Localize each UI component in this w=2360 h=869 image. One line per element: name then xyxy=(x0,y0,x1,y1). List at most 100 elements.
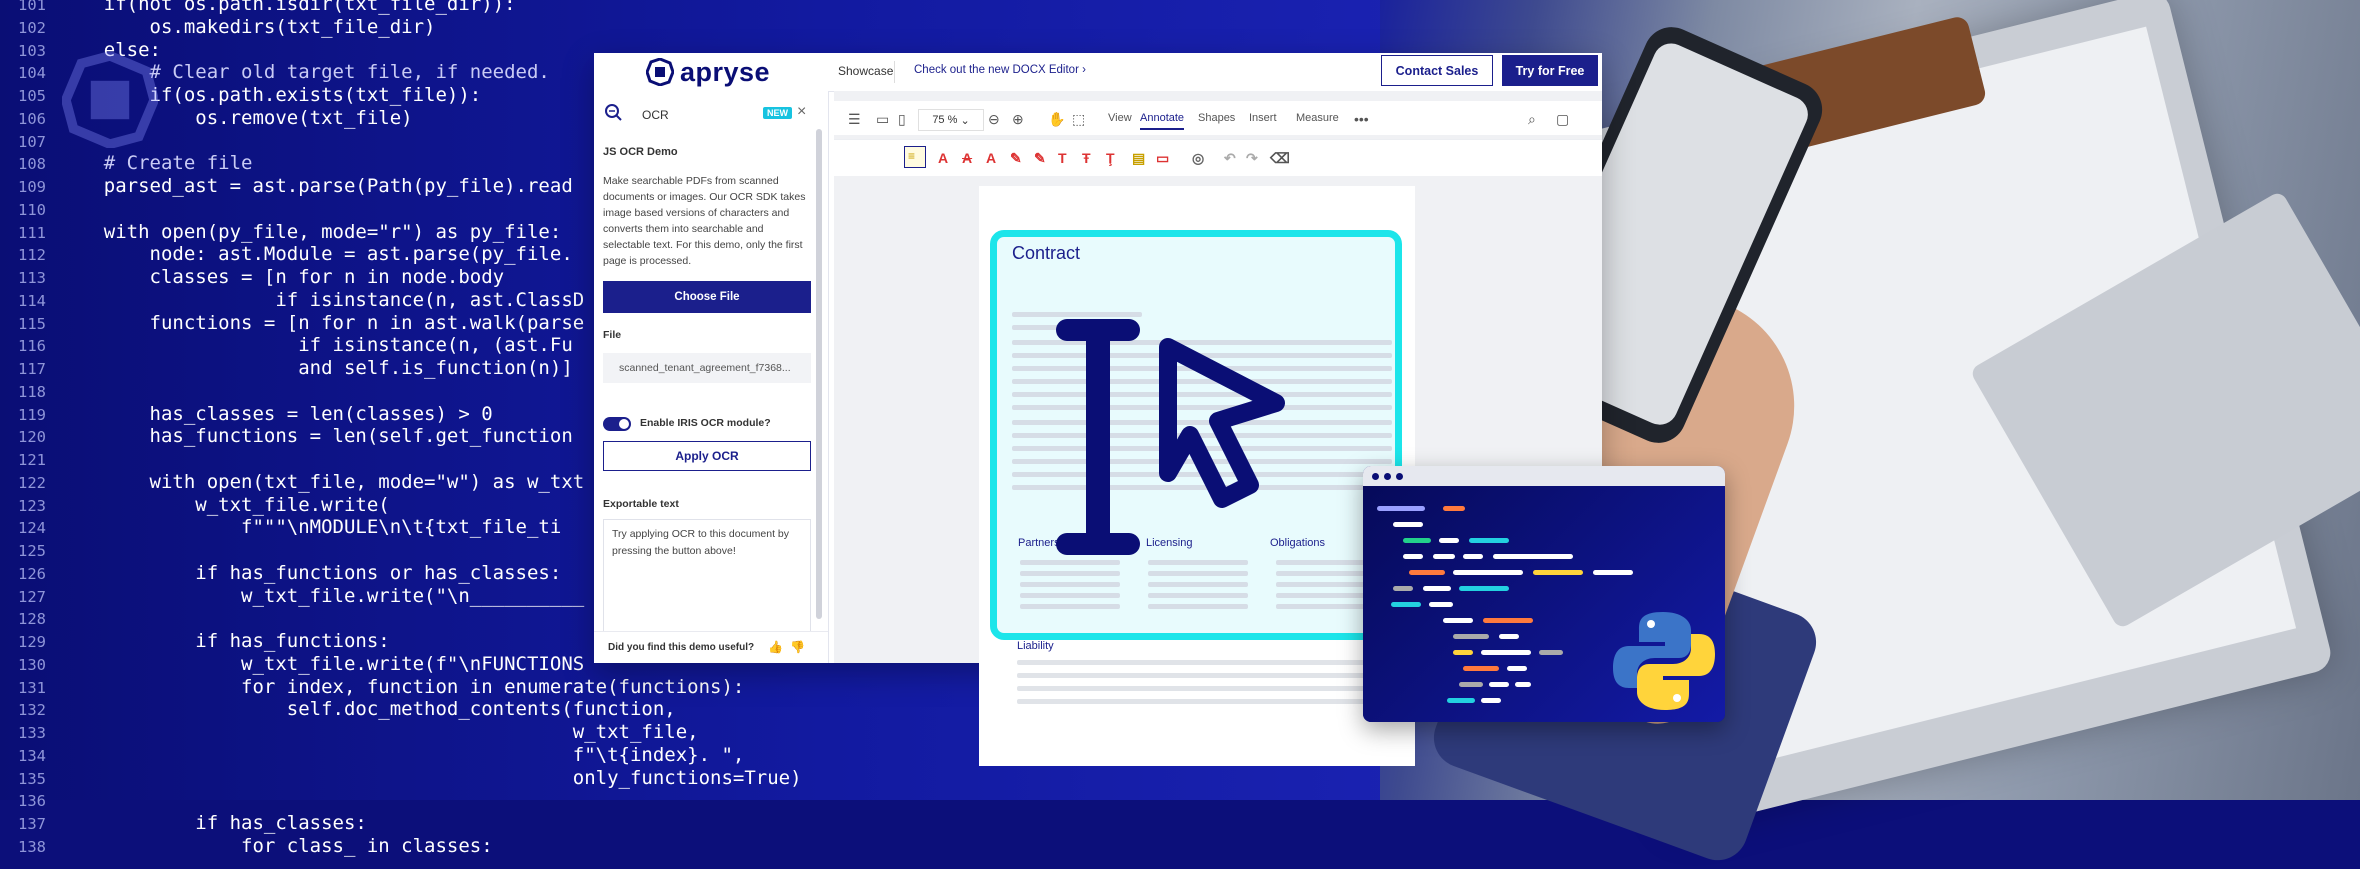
code-token xyxy=(1403,554,1423,559)
code-text: if(not os.path.isdir(txt_file_dir)): xyxy=(58,0,516,15)
line-number: 117 xyxy=(18,360,46,378)
code-line: 138 for class_ in classes: xyxy=(18,835,802,859)
text-line xyxy=(1148,593,1248,598)
comments-icon[interactable]: ▢ xyxy=(1556,111,1569,128)
text-line xyxy=(1276,604,1376,609)
panel-scrollbar[interactable] xyxy=(816,129,822,619)
code-text: self.doc_method_contents(function, xyxy=(58,698,676,721)
callout-icon[interactable]: ▭ xyxy=(1156,150,1169,167)
code-line: 136 xyxy=(18,790,802,813)
code-line: 101 if(not os.path.isdir(txt_file_dir)): xyxy=(18,0,802,17)
line-number: 103 xyxy=(18,41,46,60)
try-for-free-button[interactable]: Try for Free xyxy=(1502,55,1598,86)
file-name-field[interactable]: scanned_tenant_agreement_f7368... xyxy=(603,353,811,383)
text-line xyxy=(1020,571,1120,576)
style-palette-icon[interactable]: ◎ xyxy=(1192,150,1204,167)
line-number: 137 xyxy=(18,815,46,833)
viewer-toolbar: ☰ ▭ ▯ 75 % ⌄ ⊖ ⊕ ✋ ⬚ View Annotate Shape… xyxy=(834,101,1602,135)
code-token xyxy=(1507,666,1527,671)
top-navigation: apryse Showcase Check out the new DOCX E… xyxy=(594,53,1602,92)
line-number: 114 xyxy=(18,291,46,310)
line-number: 138 xyxy=(18,837,46,856)
nav-docx-link[interactable]: Check out the new DOCX Editor › xyxy=(914,64,1086,76)
code-line: 137 if has_classes: xyxy=(18,812,802,836)
python-code-window xyxy=(1363,466,1725,722)
code-token xyxy=(1443,618,1473,623)
code-text: w_txt_file, xyxy=(58,721,699,743)
line-number: 112 xyxy=(18,246,46,265)
code-token xyxy=(1377,506,1425,511)
page-icon[interactable]: ▯ xyxy=(898,111,906,128)
code-text: functions = [n for n in ast.walk(parse xyxy=(58,311,585,334)
line-number: 134 xyxy=(18,746,46,765)
nav-showcase[interactable]: Showcase xyxy=(838,64,893,78)
more-options-icon[interactable]: ••• xyxy=(1354,111,1369,127)
zoom-in-icon[interactable]: ⊕ xyxy=(1012,111,1024,128)
tab-shapes[interactable]: Shapes xyxy=(1198,112,1235,124)
zoom-out-icon[interactable]: ⊖ xyxy=(988,111,1000,128)
code-token xyxy=(1393,522,1423,527)
text-line xyxy=(1148,604,1248,609)
search-icon[interactable]: ⌕ xyxy=(1528,111,1536,128)
thumbs-up-icon[interactable]: 👍 xyxy=(768,640,783,654)
code-text: node: ast.Module = ast.parse(py_file. xyxy=(58,243,573,266)
code-line: 102 os.makedirs(txt_file_dir) xyxy=(18,16,802,40)
tab-annotate[interactable]: Annotate xyxy=(1140,112,1185,130)
text-insert-icon[interactable]: Ŧ xyxy=(1082,150,1091,166)
code-token xyxy=(1481,650,1531,655)
panel-toggle-icon[interactable]: ▭ xyxy=(876,111,889,128)
sticky-note-icon[interactable]: ▤ xyxy=(1132,150,1145,167)
tab-view[interactable]: View xyxy=(1108,112,1132,124)
text-line xyxy=(1017,699,1377,704)
code-text: w_txt_file.write("\n__________ xyxy=(58,584,585,607)
underline-text-icon[interactable]: A xyxy=(938,150,948,166)
menu-icon[interactable]: ☰ xyxy=(848,111,861,128)
code-token xyxy=(1493,554,1573,559)
code-text: classes = [n for n in node.body xyxy=(58,266,505,288)
close-icon[interactable]: × xyxy=(797,103,806,121)
free-text-icon[interactable]: T xyxy=(1058,150,1067,166)
code-text: only_functions=True) xyxy=(58,766,802,789)
iris-ocr-toggle-label: Enable IRIS OCR module? xyxy=(640,417,771,429)
nav-divider xyxy=(894,61,895,83)
apply-ocr-button[interactable]: Apply OCR xyxy=(603,441,811,471)
code-line: 134 f"\t{index}. ", xyxy=(18,744,802,768)
eraser-icon[interactable]: ⌫ xyxy=(1270,150,1290,167)
choose-file-button[interactable]: Choose File xyxy=(603,281,811,313)
zoom-value: 75 % xyxy=(932,114,958,126)
iris-ocr-toggle[interactable] xyxy=(603,417,631,431)
contact-sales-button[interactable]: Contact Sales xyxy=(1381,55,1493,86)
pen-icon[interactable]: ✎ xyxy=(1010,150,1022,167)
strikeout-text-icon[interactable]: A xyxy=(962,150,972,166)
highlighter-icon[interactable]: ✎ xyxy=(1034,150,1046,167)
code-token xyxy=(1459,586,1509,591)
code-line: 132 self.doc_method_contents(function, xyxy=(18,698,802,722)
line-number: 136 xyxy=(18,792,46,811)
line-number: 128 xyxy=(18,610,46,629)
select-area-icon[interactable]: ⬚ xyxy=(1072,111,1085,128)
tab-insert[interactable]: Insert xyxy=(1249,112,1277,124)
redo-icon[interactable]: ↷ xyxy=(1246,150,1258,167)
code-token xyxy=(1453,634,1489,639)
code-token xyxy=(1469,538,1509,543)
line-number: 109 xyxy=(18,178,46,196)
code-text: parsed_ast = ast.parse(Path(py_file).rea… xyxy=(58,175,573,197)
text-line xyxy=(1148,582,1248,587)
exportable-text-area[interactable]: Try applying OCR to this document by pre… xyxy=(603,519,811,639)
docx-link-label: Check out the new DOCX Editor xyxy=(914,64,1079,76)
zoom-select[interactable]: 75 % ⌄ xyxy=(918,109,984,131)
code-text: w_txt_file.write( xyxy=(58,493,390,516)
text-line xyxy=(1276,593,1376,598)
tab-measure[interactable]: Measure xyxy=(1296,112,1339,124)
line-number: 130 xyxy=(18,655,46,674)
code-text: with open(txt_file, mode="w") as w_txt xyxy=(58,470,585,493)
apryse-logo-icon xyxy=(646,58,674,86)
text-replace-icon[interactable]: Ţ xyxy=(1106,150,1115,166)
code-token xyxy=(1423,586,1451,591)
squiggly-text-icon[interactable]: A xyxy=(986,150,996,166)
undo-icon[interactable]: ↶ xyxy=(1224,150,1236,167)
pan-hand-icon[interactable]: ✋ xyxy=(1048,111,1065,128)
thumbs-down-icon[interactable]: 👎 xyxy=(790,640,805,654)
section-liability: Liability xyxy=(1017,640,1054,652)
apryse-logo[interactable]: apryse xyxy=(646,57,770,87)
